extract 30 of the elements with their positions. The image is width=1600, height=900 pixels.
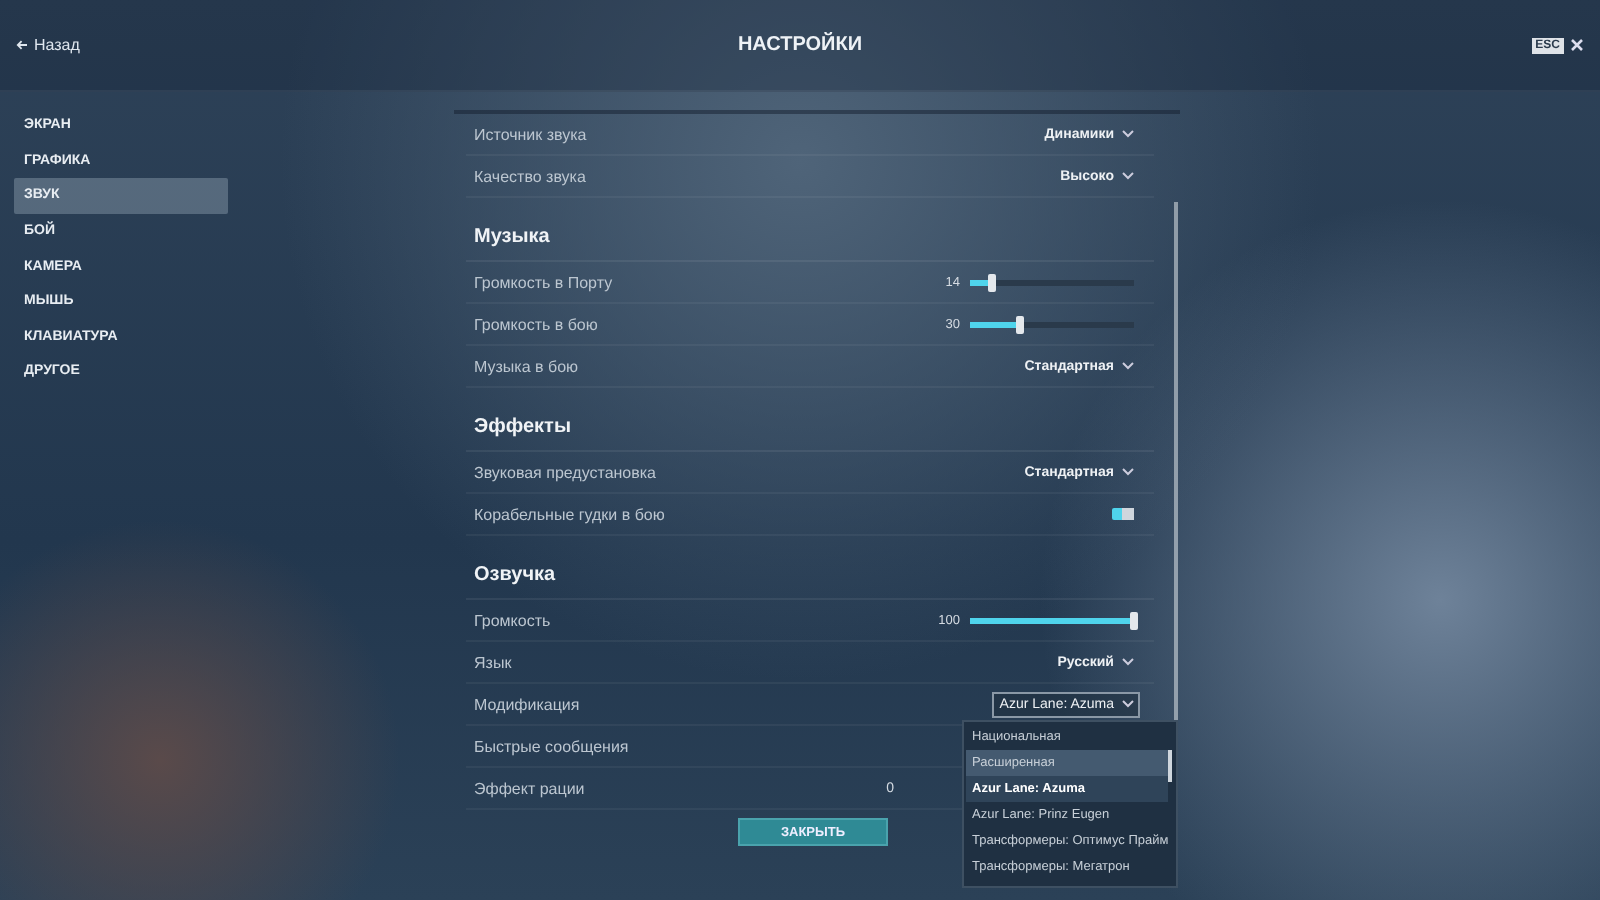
setting-label: Быстрые сообщения <box>474 737 629 755</box>
setting-label: Корабельные гудки в бою <box>474 505 665 523</box>
toggle-switch[interactable] <box>1112 508 1134 520</box>
section-heading: Музыка <box>466 214 1154 262</box>
caret-icon <box>1122 130 1134 138</box>
setting-label: Источник звука <box>474 125 587 143</box>
section-heading: Озвучка <box>466 552 1154 600</box>
section-heading: Эффекты <box>466 404 1154 452</box>
setting-label: Эффект рации <box>474 779 585 797</box>
setting-label: Громкость <box>474 611 551 629</box>
setting-label: Громкость в бою <box>474 315 598 333</box>
back-arrow-icon <box>16 40 28 50</box>
setting-label: Язык <box>474 653 512 671</box>
slider-thumb[interactable] <box>1130 611 1138 629</box>
back-button[interactable]: Назад <box>16 36 216 54</box>
setting-label: Качество звука <box>474 167 586 185</box>
setting-label: Модификация <box>474 695 580 713</box>
scrollbar-thumb[interactable] <box>1168 750 1172 782</box>
caret-icon <box>1122 362 1134 370</box>
setting-label: Громкость в Порту <box>474 273 613 291</box>
caret-icon <box>1122 172 1134 180</box>
slider-thumb[interactable] <box>988 273 997 291</box>
caret-icon <box>1122 658 1134 666</box>
close-icon[interactable] <box>1569 38 1584 52</box>
page-title: НАСТРОЙКИ <box>737 34 863 56</box>
caret-icon <box>1122 468 1134 476</box>
setting-label: Звуковая предустановка <box>474 463 657 481</box>
caret-icon <box>1122 700 1134 708</box>
slider-thumb[interactable] <box>1015 315 1024 333</box>
setting-label: Музыка в бою <box>474 357 579 375</box>
